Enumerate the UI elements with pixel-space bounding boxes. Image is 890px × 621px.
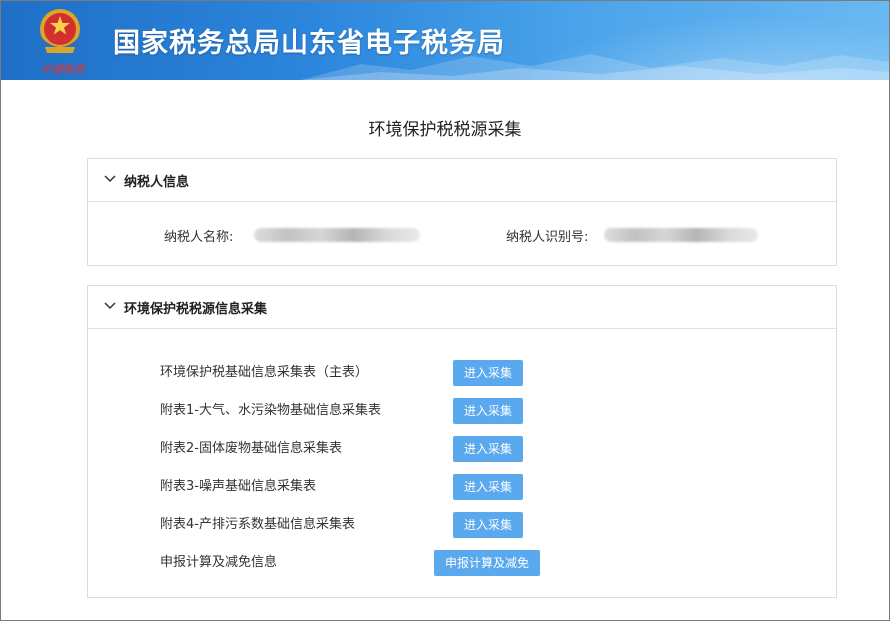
enter-collection-button[interactable]: 进入采集 [453, 474, 523, 500]
taxpayer-name-value-redacted [254, 228, 420, 242]
taxpayer-info-row: 纳税人名称: 纳税人识别号: [88, 202, 836, 264]
declaration-calc-button[interactable]: 申报计算及减免 [434, 550, 540, 576]
emblem-caption: 中国税务 [41, 63, 85, 76]
page-frame: 中国税务 国家税务总局山东省电子税务局 环境保护税税源采集 纳税人信息 纳税人名… [0, 0, 890, 621]
taxpayer-id-label: 纳税人识别号: [506, 230, 589, 245]
taxpayer-info-panel: 纳税人信息 纳税人名称: 纳税人识别号: [87, 158, 837, 266]
form-item-label: 附表1-大气、水污染物基础信息采集表 [160, 403, 381, 418]
enter-collection-button[interactable]: 进入采集 [453, 436, 523, 462]
taxpayer-id-value-redacted [604, 228, 758, 242]
form-item-label: 申报计算及减免信息 [160, 555, 278, 570]
chevron-down-icon[interactable] [104, 300, 116, 312]
chevron-down-icon[interactable] [104, 173, 116, 185]
form-item-label: 附表4-产排污系数基础信息采集表 [160, 517, 355, 532]
tax-emblem-icon [40, 9, 80, 53]
collection-panel: 环境保护税税源信息采集 环境保护税基础信息采集表（主表） 进入采集 附表1-大气… [87, 285, 837, 598]
page-title: 环境保护税税源采集 [368, 120, 522, 140]
taxpayer-panel-header[interactable]: 纳税人信息 [88, 159, 836, 202]
form-item-label: 附表3-噪声基础信息采集表 [160, 479, 316, 494]
taxpayer-panel-title: 纳税人信息 [124, 175, 190, 190]
site-title: 国家税务总局山东省电子税务局 [113, 28, 505, 59]
collection-panel-title: 环境保护税税源信息采集 [124, 302, 268, 317]
collection-panel-header[interactable]: 环境保护税税源信息采集 [88, 286, 836, 329]
enter-collection-button[interactable]: 进入采集 [453, 360, 523, 386]
form-item-label: 附表2-固体废物基础信息采集表 [160, 441, 342, 456]
enter-collection-button[interactable]: 进入采集 [453, 398, 523, 424]
enter-collection-button[interactable]: 进入采集 [453, 512, 523, 538]
form-item-label: 环境保护税基础信息采集表（主表） [160, 365, 369, 380]
taxpayer-name-label: 纳税人名称: [164, 230, 234, 245]
site-banner: 中国税务 国家税务总局山东省电子税务局 [1, 1, 889, 80]
